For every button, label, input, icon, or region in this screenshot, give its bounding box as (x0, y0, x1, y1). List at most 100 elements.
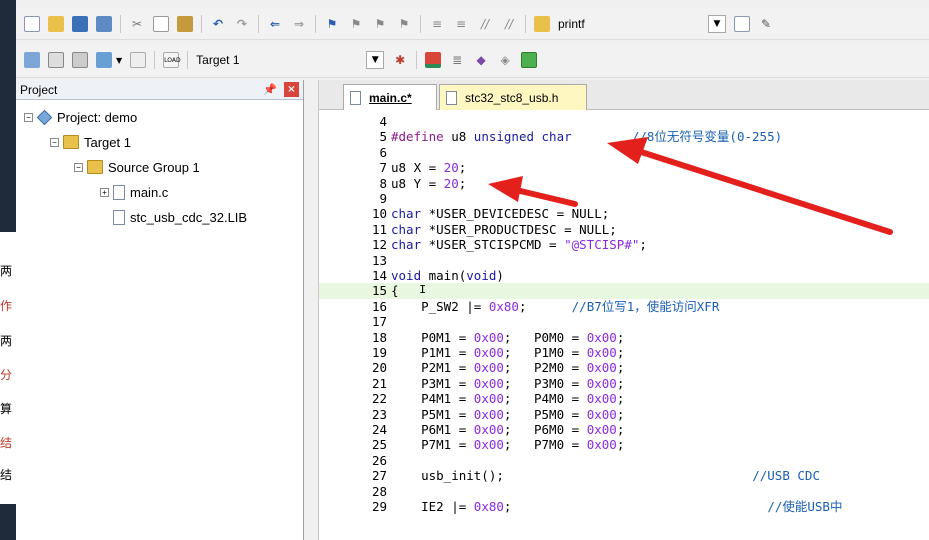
code-line[interactable]: 26 (319, 453, 929, 468)
tab-label: main.c* (369, 90, 412, 105)
code-line[interactable]: 14 void main(void) (319, 268, 929, 283)
code-line[interactable]: 21 P3M1 = 0x00; P3M0 = 0x00; (319, 376, 929, 391)
pin-icon[interactable]: 📌 (263, 83, 277, 96)
manage-components-icon[interactable] (425, 52, 442, 68)
code-line[interactable]: 9 (319, 191, 929, 206)
batch-build-icon[interactable] (96, 52, 112, 68)
code-line[interactable]: 5 #define u8 unsigned char //8位无符号变量(0-25… (319, 129, 929, 144)
code-token: ) (496, 268, 504, 283)
close-icon[interactable]: × (284, 82, 299, 97)
new-file-icon[interactable] (24, 16, 40, 32)
code-line[interactable]: 23 P5M1 = 0x00; P5M0 = 0x00; (319, 407, 929, 422)
line-text: P3M1 = 0x00; P3M0 = 0x00; (391, 376, 624, 391)
rebuild-icon[interactable] (72, 52, 88, 68)
code-line[interactable]: 11 char *USER_PRODUCTDESC = NULL; (319, 222, 929, 237)
chevron-down-icon[interactable]: ▼ (116, 56, 122, 65)
expand-icon[interactable]: + (100, 187, 109, 197)
redo-icon[interactable]: ↷ (234, 16, 250, 32)
find-in-files-icon[interactable] (534, 16, 550, 32)
code-token: ; P2M0 = (503, 360, 587, 376)
code-line[interactable]: 24 P6M1 = 0x00; P6M0 = 0x00; (319, 422, 929, 437)
code-line[interactable]: 19 P1M1 = 0x00; P1M0 = 0x00; (319, 345, 929, 360)
open-folder-icon[interactable] (48, 16, 64, 32)
code-line[interactable]: 7 u8 X = 20; (319, 160, 929, 175)
save-all-icon[interactable] (96, 16, 112, 32)
bookmark-clear-icon[interactable]: ⚑ (396, 16, 412, 32)
code-line[interactable]: 28 (319, 484, 929, 499)
code-line[interactable]: 27 usb_init(); //USB CDC (319, 468, 929, 483)
navigate-back-icon[interactable]: ⇐ (267, 16, 283, 32)
uncomment-icon[interactable]: // (501, 16, 517, 32)
find-icon[interactable] (734, 16, 750, 32)
incremental-find-icon[interactable]: ✎ (758, 16, 774, 32)
code-token: 0x00 (586, 375, 617, 391)
unindent-icon[interactable]: ≡ (453, 16, 469, 32)
project-window-icon[interactable] (521, 52, 538, 68)
code-line[interactable]: 13 (319, 253, 929, 268)
download-icon[interactable]: LOAD (163, 52, 181, 68)
code-line[interactable]: 17 (319, 314, 929, 329)
background-glyph: 分 (0, 368, 13, 382)
tree-item-project[interactable]: − Project: demo (24, 107, 137, 127)
find-text-combo[interactable]: printf (558, 17, 698, 31)
bookmark-next-icon[interactable]: ⚑ (372, 16, 388, 32)
navigate-forward-icon[interactable]: ⇒ (291, 16, 307, 32)
collapse-icon[interactable]: − (50, 137, 59, 147)
background-glyph: 两 (0, 334, 13, 348)
bookmark-toggle-icon[interactable]: ⚑ (324, 16, 340, 32)
code-line[interactable]: 18 P0M1 = 0x00; P0M0 = 0x00; (319, 330, 929, 345)
line-text: #define u8 unsigned char //8位无符号变量(0-255… (391, 129, 782, 144)
tab-stc32-stc8-usb-h[interactable]: stc32_stc8_usb.h (439, 84, 587, 110)
code-line[interactable]: 10 char *USER_DEVICEDESC = NULL; (319, 206, 929, 221)
build-icon[interactable] (48, 52, 64, 68)
code-line[interactable]: 20 P2M1 = 0x00; P2M0 = 0x00; (319, 360, 929, 375)
code-line[interactable]: 29 IE2 |= 0x80; //使能USB中 (319, 499, 929, 514)
bookmark-prev-icon[interactable]: ⚑ (348, 16, 364, 32)
code-line[interactable]: 25 P7M1 = 0x00; P7M0 = 0x00; (319, 437, 929, 452)
tree-item-source-group[interactable]: − Source Group 1 (74, 157, 200, 177)
pack-installer-icon[interactable]: ◆ (473, 52, 489, 68)
text-cursor-icon: I (419, 283, 427, 298)
comment-icon[interactable]: // (477, 16, 493, 32)
paste-icon[interactable] (177, 16, 193, 32)
save-icon[interactable] (72, 16, 88, 32)
tab-main-c[interactable]: main.c* (343, 84, 437, 110)
tree-item-main-c[interactable]: + main.c (100, 182, 168, 202)
collapse-icon[interactable]: − (74, 162, 83, 172)
code-token: void (466, 268, 497, 283)
translate-icon[interactable] (24, 52, 40, 68)
manage-rte-icon[interactable]: ◈ (497, 52, 513, 68)
code-token: ; (616, 406, 625, 422)
line-text: P0M1 = 0x00; P0M0 = 0x00; (391, 330, 624, 345)
line-text: usb_init(); //USB CDC (391, 468, 820, 483)
tree-item-lib[interactable]: stc_usb_cdc_32.LIB (113, 207, 247, 227)
line-number: 25 (371, 437, 387, 453)
undo-icon[interactable]: ↶ (210, 16, 226, 32)
select-packs-icon[interactable]: ≣ (449, 52, 465, 68)
code-token: P2M1 = (391, 360, 474, 376)
collapse-icon[interactable]: − (24, 112, 33, 122)
target-select[interactable]: Target 1 (196, 53, 258, 67)
code-token: P7M1 = (391, 437, 474, 453)
code-line[interactable]: 22 P4M1 = 0x00; P4M0 = 0x00; (319, 391, 929, 406)
code-line[interactable]: 8 u8 Y = 20; (319, 176, 929, 191)
line-number: 24 (371, 422, 387, 437)
tab-label: stc32_stc8_usb.h (465, 90, 559, 105)
code-line[interactable]: 16 P_SW2 |= 0x80; //B7位写1，使能访问XFR (319, 299, 929, 314)
stop-build-icon[interactable] (130, 52, 147, 68)
tree-item-target[interactable]: − Target 1 (50, 132, 131, 152)
indent-icon[interactable]: ≡ (429, 16, 445, 32)
code-line[interactable]: 4 (319, 114, 929, 129)
chevron-down-icon[interactable]: ▼ (708, 15, 726, 33)
cut-icon[interactable]: ✂ (129, 16, 145, 32)
target-options-icon[interactable]: ✱ (392, 52, 408, 68)
code-area[interactable]: 4 5 #define u8 unsigned char //8位无符号变量(0-2… (319, 114, 929, 540)
code-token: 0x00 (586, 391, 617, 407)
code-line[interactable]: 12 char *USER_STCISPCMD = "@STCISP#"; (319, 237, 929, 252)
code-token: 0x80 (473, 499, 504, 514)
code-line[interactable]: 15 {I (319, 283, 929, 299)
chevron-down-icon[interactable]: ▼ (366, 51, 385, 69)
code-line[interactable]: 6 (319, 145, 929, 160)
copy-icon[interactable] (153, 16, 169, 32)
code-token: 0x00 (473, 422, 504, 437)
